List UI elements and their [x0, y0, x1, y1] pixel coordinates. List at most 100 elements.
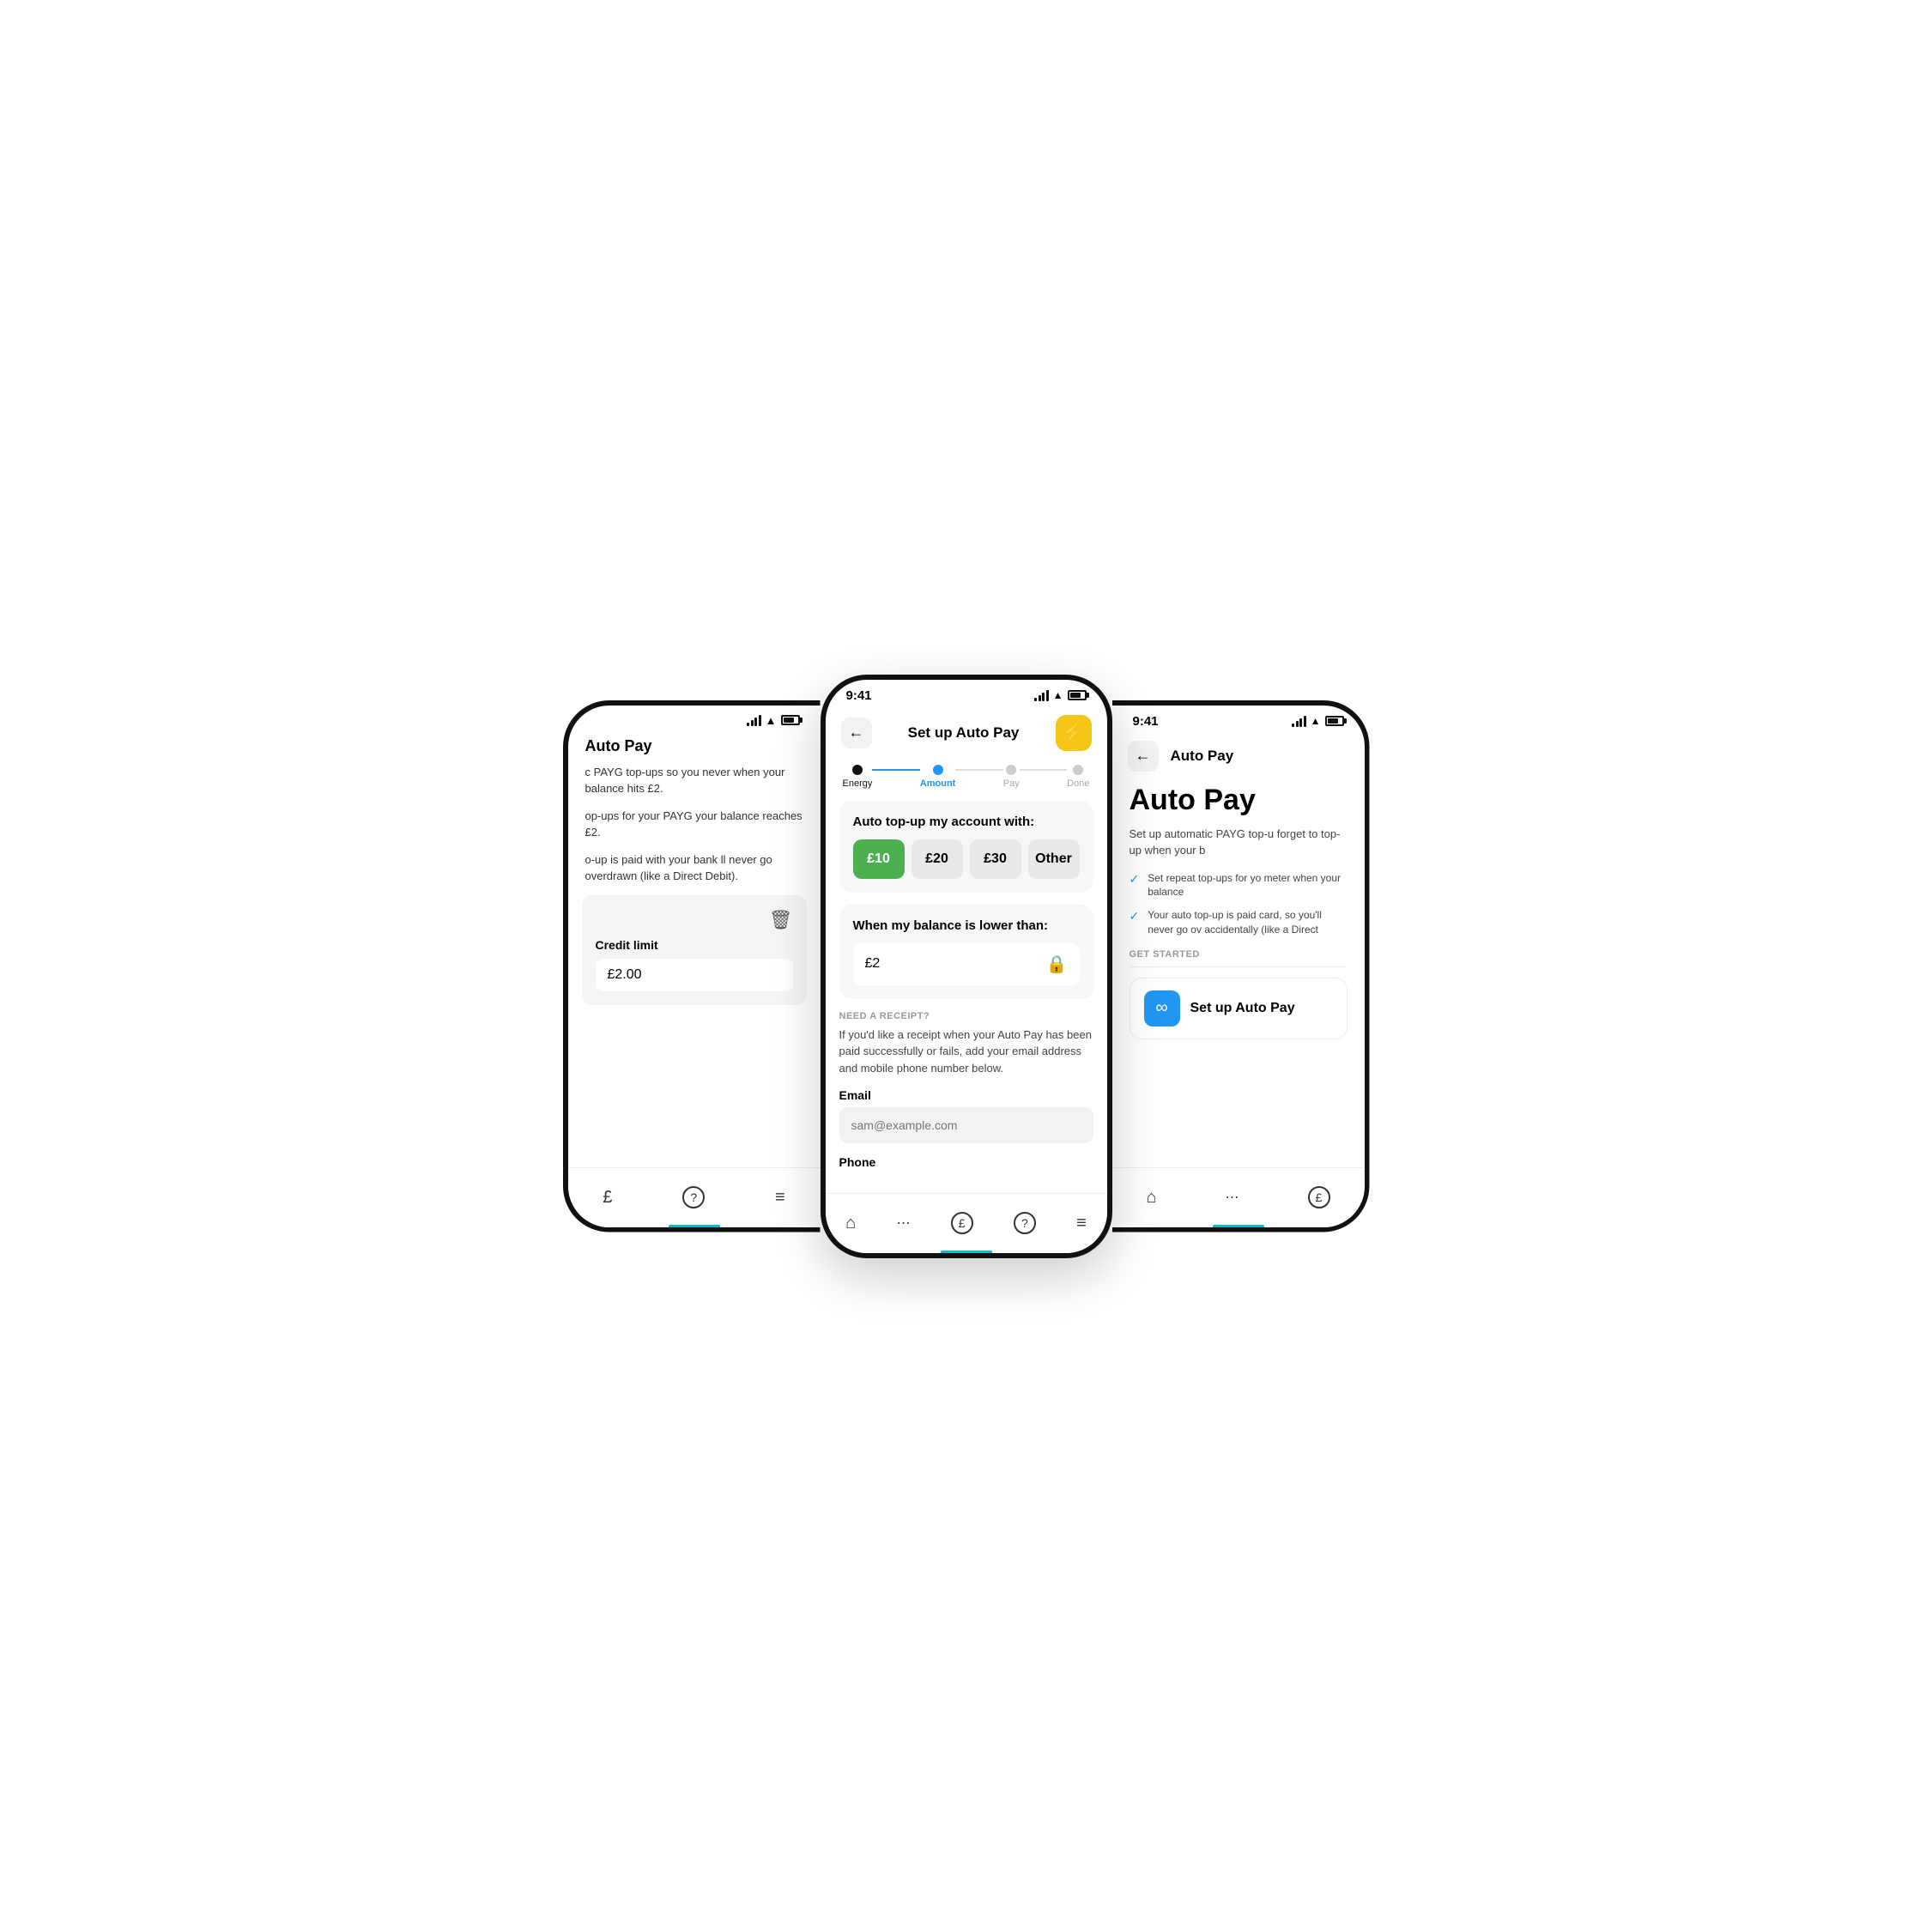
left-content: Auto Pay c PAYG top-ups so you never whe… — [568, 732, 821, 1232]
amount-btn-20[interactable]: £20 — [911, 839, 963, 879]
bottom-nav-center: ⌂ ⋯ £ ? ≡ — [826, 1193, 1107, 1253]
nav-item-pound-center[interactable]: £ — [951, 1212, 973, 1234]
progress-steps: Energy Amount Pay Done — [826, 760, 1107, 801]
get-started-label: GET STARTED — [1130, 949, 1348, 960]
check-icon-1: ✓ — [1130, 871, 1140, 900]
amount-btn-10[interactable]: £10 — [853, 839, 905, 879]
left-body-line-2: op-ups for your PAYG your balance reache… — [585, 808, 803, 841]
lightning-icon: ⚡ — [1062, 722, 1085, 744]
nav-item-home-center[interactable]: ⌂ — [845, 1214, 856, 1233]
battery-icon-left — [781, 715, 800, 725]
step-label-pay: Pay — [1003, 778, 1020, 789]
check-item-2: ✓ Your auto top-up is paid card, so you'… — [1130, 908, 1348, 937]
pound-icon-right: £ — [1308, 1186, 1330, 1208]
right-content: ← Auto Pay Auto Pay Set up automatic PAY… — [1112, 734, 1365, 1232]
nav-item-activity-right[interactable]: ⋯ — [1226, 1189, 1239, 1206]
topup-title: Auto top-up my account with: — [853, 815, 1080, 829]
nav-item-menu-left[interactable]: ≡ — [775, 1188, 785, 1208]
nav-item-activity-center[interactable]: ⋯ — [896, 1214, 910, 1232]
wifi-icon-left: ▲ — [766, 714, 777, 727]
active-bar-center — [941, 1251, 992, 1253]
step-dot-done — [1073, 765, 1083, 775]
bottom-nav-right: ⌂ ⋯ £ — [1112, 1167, 1365, 1227]
nav-item-help-center[interactable]: ? — [1014, 1212, 1036, 1234]
menu-icon-center: ≡ — [1076, 1214, 1087, 1233]
pound-icon-center: £ — [951, 1212, 973, 1234]
bottom-nav-left: £ ? ≡ — [568, 1167, 821, 1227]
wifi-icon-center: ▲ — [1053, 689, 1063, 701]
signal-icon-left — [747, 715, 761, 726]
active-bar-left — [669, 1225, 720, 1227]
left-body-text: c PAYG top-ups so you never when your ba… — [568, 764, 821, 885]
left-app-title: Auto Pay — [568, 732, 821, 764]
back-button-right[interactable]: ← — [1128, 741, 1159, 772]
nav-item-home-right[interactable]: ⌂ — [1146, 1188, 1156, 1208]
activity-icon-right: ⋯ — [1226, 1189, 1239, 1206]
phone-center: 9:41 ▲ ← Set up Auto Pay ⚡ — [821, 675, 1112, 1258]
email-label: Email — [839, 1088, 1093, 1102]
setup-autopay-button[interactable]: ∞ Set up Auto Pay — [1130, 978, 1348, 1039]
step-label-energy: Energy — [843, 778, 873, 789]
step-dot-amount — [933, 765, 943, 775]
help-icon-center: ? — [1014, 1212, 1036, 1234]
phone-label: Phone — [839, 1155, 1093, 1169]
delete-icon[interactable]: 🗑 — [769, 909, 793, 931]
lightning-button[interactable]: ⚡ — [1056, 715, 1092, 751]
amount-btn-other[interactable]: Other — [1028, 839, 1080, 879]
back-button-center[interactable]: ← — [841, 718, 872, 748]
status-bar-center: 9:41 ▲ — [826, 680, 1107, 708]
activity-icon-center: ⋯ — [896, 1214, 910, 1232]
email-input[interactable] — [839, 1107, 1093, 1143]
signal-icon-center — [1034, 690, 1049, 701]
amount-btn-30[interactable]: £30 — [970, 839, 1021, 879]
email-group: Email — [839, 1088, 1093, 1143]
check-icon-2: ✓ — [1130, 908, 1140, 937]
scene: ▲ Auto Pay c PAYG top-ups so you never w… — [451, 675, 1481, 1258]
receipt-label: NEED A RECEIPT? — [839, 1011, 1093, 1021]
receipt-section: NEED A RECEIPT? If you'd like a receipt … — [826, 1011, 1107, 1190]
status-icons-left: ▲ — [747, 714, 799, 727]
time-right: 9:41 — [1133, 714, 1159, 729]
right-header: ← Auto Pay — [1112, 734, 1365, 780]
phone-right: 9:41 ▲ ← Auto Pay Auto Pay Set up a — [1112, 700, 1370, 1232]
active-bar-right — [1213, 1225, 1264, 1227]
lock-icon: 🔒 — [1046, 954, 1068, 975]
step-energy: Energy — [843, 765, 873, 789]
right-body: Auto Pay Set up automatic PAYG top-u for… — [1112, 780, 1365, 1043]
center-header: ← Set up Auto Pay ⚡ — [826, 708, 1107, 760]
progress-line-2 — [955, 769, 1002, 771]
step-dot-energy — [852, 765, 863, 775]
nav-item-pound-left[interactable]: £ — [603, 1188, 612, 1208]
step-label-done: Done — [1067, 778, 1089, 789]
right-desc: Set up automatic PAYG top-u forget to to… — [1130, 826, 1348, 859]
battery-icon-center — [1068, 690, 1087, 700]
check-text-1: Set repeat top-ups for yo meter when you… — [1148, 871, 1347, 900]
phone-group: Phone — [839, 1155, 1093, 1169]
status-bar-right: 9:41 ▲ — [1112, 706, 1365, 734]
center-title: Set up Auto Pay — [908, 724, 1020, 742]
status-icons-right: ▲ — [1292, 715, 1343, 727]
infinity-icon: ∞ — [1144, 990, 1180, 1027]
balance-value: £2 — [865, 956, 1046, 972]
signal-icon-right — [1292, 716, 1306, 727]
center-content: ← Set up Auto Pay ⚡ Energy Amount — [826, 708, 1107, 1258]
nav-item-help-left[interactable]: ? — [682, 1186, 705, 1208]
nav-item-pound-right[interactable]: £ — [1308, 1186, 1330, 1208]
step-amount: Amount — [920, 765, 956, 789]
progress-line-1 — [872, 769, 919, 771]
battery-icon-right — [1325, 716, 1344, 726]
check-text-2: Your auto top-up is paid card, so you'll… — [1148, 908, 1347, 937]
receipt-desc: If you'd like a receipt when your Auto P… — [839, 1027, 1093, 1077]
left-body-line-3: o-up is paid with your bank ll never go … — [585, 851, 803, 885]
setup-btn-label: Set up Auto Pay — [1190, 1001, 1295, 1016]
step-pay: Pay — [1003, 765, 1020, 789]
progress-line-3 — [1020, 769, 1067, 771]
balance-title: When my balance is lower than: — [853, 918, 1080, 933]
right-main-title: Auto Pay — [1130, 784, 1348, 817]
right-header-title: Auto Pay — [1171, 748, 1234, 765]
nav-item-menu-center[interactable]: ≡ — [1076, 1214, 1087, 1233]
step-dot-pay — [1006, 765, 1016, 775]
divider-right — [1130, 966, 1348, 967]
check-item-1: ✓ Set repeat top-ups for yo meter when y… — [1130, 871, 1348, 900]
back-arrow-right: ← — [1136, 747, 1151, 765]
